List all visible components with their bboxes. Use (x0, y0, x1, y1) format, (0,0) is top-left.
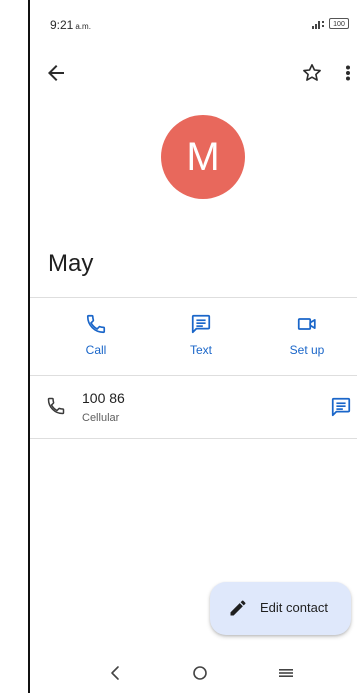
nav-home-icon[interactable] (192, 665, 208, 681)
arrow-back-icon (48, 65, 64, 81)
phone-number: 100 86 (82, 390, 125, 406)
phone-icon (86, 314, 106, 334)
signal-icon (312, 19, 326, 29)
call-label: Call (85, 343, 107, 357)
contact-details-screen: 9:21 a.m. 100 M May Call Text Set up 100… (30, 0, 357, 693)
message-icon (191, 314, 211, 334)
videocam-icon (297, 318, 316, 330)
set-up-label: Set up (289, 343, 325, 357)
edit-contact-label: Edit contact (260, 600, 328, 615)
text-label: Text (189, 343, 212, 357)
more-vert-icon (346, 65, 350, 81)
divider (30, 297, 357, 298)
nav-back-icon[interactable] (108, 665, 122, 681)
star-outline-icon (303, 64, 321, 81)
status-time: 9:21 a.m. (50, 18, 91, 32)
more-options-button[interactable] (342, 61, 354, 85)
status-time-ampm: a.m. (75, 22, 91, 31)
favorite-star-button[interactable] (300, 61, 324, 85)
contact-avatar: M (161, 115, 245, 199)
phone-type: Cellular (82, 412, 120, 424)
text-action-button[interactable]: Text (161, 313, 241, 363)
contact-name: May (48, 250, 94, 277)
edit-contact-button[interactable]: Edit contact (210, 582, 351, 635)
back-button[interactable] (44, 61, 68, 85)
battery-icon: 100 (329, 18, 349, 29)
call-action-button[interactable]: Call (56, 313, 136, 363)
status-time-value: 9:21 (50, 18, 74, 32)
phone-icon (47, 397, 65, 415)
phone-number-row[interactable]: 100 86 Cellular (30, 376, 357, 438)
video-setup-action-button[interactable]: Set up (267, 313, 347, 363)
nav-menu-icon[interactable] (278, 666, 294, 680)
status-bar: 9:21 a.m. 100 (30, 0, 357, 34)
divider (30, 438, 357, 439)
pencil-icon (230, 600, 246, 616)
message-icon[interactable] (330, 396, 352, 418)
